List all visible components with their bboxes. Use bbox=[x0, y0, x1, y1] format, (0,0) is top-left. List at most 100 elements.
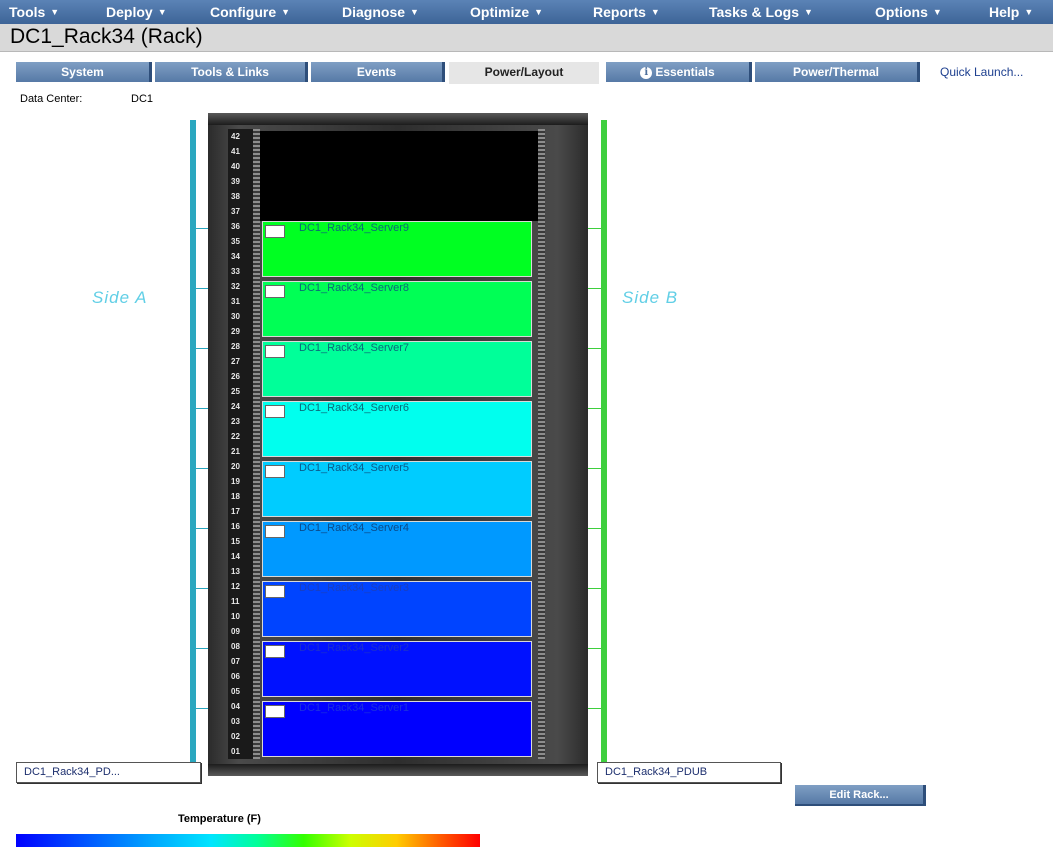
menu-tools[interactable]: Tools ▼ bbox=[9, 0, 59, 24]
tab-tools-links-label: Tools & Links bbox=[191, 65, 269, 79]
rack-unit-number: 08 bbox=[231, 642, 240, 651]
menu-deploy-label: Deploy bbox=[106, 4, 153, 20]
server-name: DC1_Rack34_Server1 bbox=[299, 702, 410, 714]
tab-events[interactable]: Events bbox=[311, 62, 445, 82]
server-block[interactable]: DC1_Rack34_Server9 bbox=[262, 221, 532, 277]
menu-options[interactable]: Options ▼ bbox=[875, 0, 942, 24]
menu-tasks-logs[interactable]: Tasks & Logs ▼ bbox=[709, 0, 813, 24]
chevron-down-icon: ▼ bbox=[157, 7, 167, 17]
temperature-legend-title: Temperature (F) bbox=[178, 813, 261, 825]
rack-unit-number: 38 bbox=[231, 192, 240, 201]
rack-unit-number: 35 bbox=[231, 237, 240, 246]
rack-unit-number: 27 bbox=[231, 357, 240, 366]
rack-unit-number: 25 bbox=[231, 387, 240, 396]
server-block[interactable]: DC1_Rack34_Server1 bbox=[262, 701, 532, 757]
rack-unit-number: 23 bbox=[231, 417, 240, 426]
rack-unit-number: 40 bbox=[231, 162, 240, 171]
menu-deploy[interactable]: Deploy ▼ bbox=[106, 0, 167, 24]
rack-unit-number: 13 bbox=[231, 567, 240, 576]
rack-unit-number: 09 bbox=[231, 627, 240, 636]
side-b-tick bbox=[588, 288, 602, 289]
tab-system[interactable]: System bbox=[16, 62, 152, 82]
server-block[interactable]: DC1_Rack34_Server6 bbox=[262, 401, 532, 457]
data-center-value: DC1 bbox=[131, 93, 154, 105]
quick-launch-link[interactable]: Quick Launch... bbox=[940, 62, 1023, 82]
server-select-checkbox[interactable] bbox=[265, 705, 285, 718]
server-name: DC1_Rack34_Server2 bbox=[299, 642, 410, 654]
chevron-down-icon: ▼ bbox=[932, 7, 942, 17]
pdu-b-button[interactable]: DC1_Rack34_PDUB bbox=[597, 762, 781, 783]
rack-unit-number: 21 bbox=[231, 447, 240, 456]
rack-unit-number: 17 bbox=[231, 507, 240, 516]
top-menu-bar: Tools ▼ Deploy ▼ Configure ▼ Diagnose ▼ Opti… bbox=[0, 0, 1053, 24]
server-select-checkbox[interactable] bbox=[265, 585, 285, 598]
menu-diagnose[interactable]: Diagnose ▼ bbox=[342, 0, 419, 24]
tab-power-layout[interactable]: Power/Layout bbox=[449, 62, 599, 84]
empty-rack-space bbox=[260, 131, 538, 221]
chevron-down-icon: ▼ bbox=[281, 7, 291, 17]
server-select-checkbox[interactable] bbox=[265, 405, 285, 418]
rack-unit-number: 22 bbox=[231, 432, 240, 441]
server-block[interactable]: DC1_Rack34_Server8 bbox=[262, 281, 532, 337]
side-b-tick bbox=[588, 588, 602, 589]
menu-configure-label: Configure bbox=[210, 4, 277, 20]
menu-tools-label: Tools bbox=[9, 4, 46, 20]
side-a-rail bbox=[190, 120, 196, 762]
rack-unit-number: 10 bbox=[231, 612, 240, 621]
chevron-down-icon: ▼ bbox=[804, 7, 813, 17]
rack-unit-number: 24 bbox=[231, 402, 240, 411]
rack-unit-number: 41 bbox=[231, 147, 240, 156]
tab-essentials[interactable]: i Essentials bbox=[606, 62, 752, 82]
side-b-rail bbox=[601, 120, 607, 762]
rack-unit-number: 39 bbox=[231, 177, 240, 186]
rack-unit-number: 16 bbox=[231, 522, 240, 531]
menu-optimize-label: Optimize bbox=[470, 4, 530, 20]
server-select-checkbox[interactable] bbox=[265, 645, 285, 658]
side-b-tick bbox=[588, 228, 602, 229]
server-block[interactable]: DC1_Rack34_Server4 bbox=[262, 521, 532, 577]
rack-unit-number: 26 bbox=[231, 372, 240, 381]
side-b-tick bbox=[588, 648, 602, 649]
rack-unit-number: 11 bbox=[231, 597, 240, 606]
rack-unit-number: 37 bbox=[231, 207, 240, 216]
chevron-down-icon: ▼ bbox=[410, 7, 419, 17]
menu-help[interactable]: Help ▼ bbox=[989, 0, 1033, 24]
rack-mount-rail-right bbox=[538, 129, 545, 759]
menu-options-label: Options bbox=[875, 4, 928, 20]
menu-reports[interactable]: Reports ▼ bbox=[593, 0, 660, 24]
rack-unit-number: 42 bbox=[231, 132, 240, 141]
chevron-down-icon: ▼ bbox=[534, 7, 544, 17]
server-select-checkbox[interactable] bbox=[265, 345, 285, 358]
edit-rack-button[interactable]: Edit Rack... bbox=[795, 785, 926, 806]
tab-events-label: Events bbox=[356, 65, 397, 79]
server-block[interactable]: DC1_Rack34_Server2 bbox=[262, 641, 532, 697]
server-block[interactable]: DC1_Rack34_Server7 bbox=[262, 341, 532, 397]
side-b-tick bbox=[588, 468, 602, 469]
rack-unit-number: 01 bbox=[231, 747, 240, 756]
server-block[interactable]: DC1_Rack34_Server5 bbox=[262, 461, 532, 517]
tab-power-thermal[interactable]: Power/Thermal bbox=[755, 62, 920, 82]
server-select-checkbox[interactable] bbox=[265, 225, 285, 238]
menu-reports-label: Reports bbox=[593, 4, 646, 20]
rack-unit-number: 14 bbox=[231, 552, 240, 561]
server-block[interactable]: DC1_Rack34_Server3 bbox=[262, 581, 532, 637]
rack-frame: 42 41 40 39 38 37 36 35 34 33 32 31 30 29 28 27 26 25 24 23… bbox=[208, 113, 588, 776]
tab-power-thermal-label: Power/Thermal bbox=[792, 65, 880, 79]
menu-optimize[interactable]: Optimize ▼ bbox=[470, 0, 543, 24]
server-select-checkbox[interactable] bbox=[265, 285, 285, 298]
menu-tasks-logs-label: Tasks & Logs bbox=[709, 4, 799, 20]
server-name: DC1_Rack34_Server5 bbox=[299, 462, 410, 474]
chevron-down-icon: ▼ bbox=[50, 7, 60, 17]
side-b-label: Side B bbox=[622, 288, 679, 307]
tab-power-layout-label: Power/Layout bbox=[484, 65, 564, 79]
menu-configure[interactable]: Configure ▼ bbox=[210, 0, 290, 24]
side-b-tick bbox=[588, 348, 602, 349]
server-select-checkbox[interactable] bbox=[265, 465, 285, 478]
rack-unit-number: 20 bbox=[231, 462, 240, 471]
rack-unit-number: 19 bbox=[231, 477, 240, 486]
rack-unit-number: 12 bbox=[231, 582, 240, 591]
pdu-a-button[interactable]: DC1_Rack34_PD... bbox=[16, 762, 201, 783]
server-select-checkbox[interactable] bbox=[265, 525, 285, 538]
tab-tools-links[interactable]: Tools & Links bbox=[155, 62, 308, 82]
menu-diagnose-label: Diagnose bbox=[342, 4, 406, 20]
